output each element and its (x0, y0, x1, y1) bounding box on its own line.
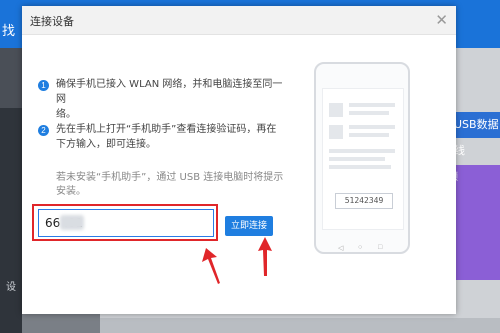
step-2-line-1: 先在手机上打开“手机助手”查看连接验证码，再在 (56, 124, 277, 135)
annotation-arrow-input (202, 248, 220, 284)
blurred-digits (60, 215, 84, 230)
phone-home-icon: ○ (358, 244, 363, 251)
step-1-line-1: 确保手机已接入 WLAN 网络，并和电脑连接至同一网 (56, 79, 283, 105)
app-bottom-bar (100, 318, 500, 333)
dialog-title: 连接设备 (30, 15, 74, 28)
close-icon[interactable]: ✕ (435, 11, 448, 29)
step-2-line-2: 下方输入，即可连接。 (56, 139, 156, 150)
install-hint-line-2: 安装。 (56, 186, 86, 197)
phone-illustration: 51242349 ◁ ○ □ (314, 62, 410, 254)
phone-text-line (329, 157, 385, 161)
step-2-badge: 2 (38, 125, 49, 136)
install-hint: 若未安装“手机助手”，通过 USB 连接电脑时将提示 安装。 (56, 171, 286, 199)
step-2-text: 先在手机上打开“手机助手”查看连接验证码，再在 下方输入，即可连接。 (56, 122, 286, 152)
annotation-arrow-button (258, 237, 272, 276)
phone-text-line (349, 111, 389, 115)
dialog-header: 连接设备 ✕ (22, 6, 456, 35)
phone-text-line (349, 103, 395, 107)
app-sidebar-dark (0, 108, 22, 333)
phone-recent-icon: □ (378, 244, 383, 251)
app-sidebar-partial-text: 设 (6, 282, 16, 293)
phone-image-placeholder (329, 103, 343, 117)
phone-text-line (329, 165, 391, 169)
phone-text-line (349, 133, 389, 137)
step-1-line-2: 络。 (56, 109, 76, 120)
connect-now-button[interactable]: 立即连接 (225, 216, 273, 236)
install-hint-line-1: 若未安装“手机助手”，通过 USB 连接电脑时将提示 (56, 172, 284, 183)
phone-text-line (329, 149, 395, 153)
phone-text-line (349, 125, 395, 129)
phone-verification-code: 51242349 (335, 193, 393, 209)
phone-screen: 51242349 (322, 88, 404, 230)
step-1-badge: 1 (38, 80, 49, 91)
phone-image-placeholder (329, 125, 343, 139)
step-1-text: 确保手机已接入 WLAN 网络，并和电脑连接至同一网 络。 (56, 77, 286, 122)
phone-back-icon: ◁ (338, 245, 344, 252)
connect-device-dialog: 连接设备 ✕ 1 确保手机已接入 WLAN 网络，并和电脑连接至同一网 络。 2… (22, 6, 456, 314)
app-header-partial-text: 找 (2, 24, 16, 39)
